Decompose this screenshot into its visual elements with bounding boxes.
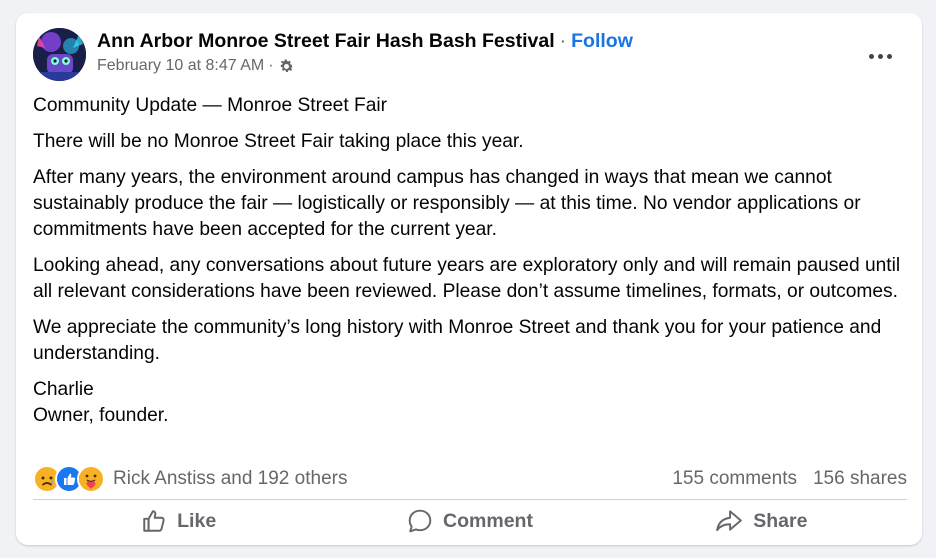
more-dot — [868, 53, 874, 59]
reaction-names[interactable]: Rick Anstiss and 192 others — [113, 468, 347, 490]
post-signature: Charlie Owner, founder. — [33, 377, 913, 429]
comment-icon — [408, 509, 432, 533]
reaction-icons[interactable] — [33, 465, 105, 493]
page-name-link[interactable]: Ann Arbor Monroe Street Fair Hash Bash F… — [97, 28, 555, 54]
shares-count[interactable]: 156 shares — [813, 468, 907, 490]
comments-count[interactable]: 155 comments — [672, 468, 797, 490]
care-reaction-icon — [77, 465, 105, 493]
gear-icon[interactable] — [278, 58, 295, 75]
like-button[interactable]: Like — [33, 503, 324, 539]
follow-button[interactable]: Follow — [571, 28, 633, 54]
meta-separator: · — [268, 57, 274, 74]
page-name-line: Ann Arbor Monroe Street Fair Hash Bash F… — [97, 28, 633, 54]
signature-name: Charlie — [33, 379, 94, 400]
actions-divider — [33, 499, 907, 500]
post-paragraph-heading: Community Update — Monroe Street Fair — [33, 95, 388, 116]
post-card: Ann Arbor Monroe Street Fair Hash Bash F… — [16, 13, 922, 545]
comment-label: Comment — [443, 509, 533, 532]
reactions-summary: Rick Anstiss and 192 others 155 comments… — [33, 465, 907, 493]
share-button[interactable]: Share — [616, 503, 907, 539]
post-body: Community Update — Monroe Street Fair Th… — [33, 93, 913, 429]
name-separator: · — [559, 30, 567, 52]
more-dot — [886, 53, 892, 59]
comment-button[interactable]: Comment — [324, 503, 615, 539]
page-avatar[interactable] — [33, 28, 86, 81]
post-paragraph: After many years, the environment around… — [33, 167, 861, 240]
post-paragraph: We appreciate the community’s long histo… — [33, 317, 882, 364]
share-icon — [716, 510, 743, 532]
signature-title: Owner, founder. — [33, 405, 169, 426]
post-timestamp[interactable]: February 10 at 8:47 AM — [97, 55, 264, 77]
share-label: Share — [753, 509, 808, 532]
more-dot — [877, 53, 883, 59]
engagement-counts: 155 comments 156 shares — [672, 468, 907, 490]
header-text: Ann Arbor Monroe Street Fair Hash Bash F… — [97, 28, 633, 77]
like-icon — [143, 510, 165, 532]
like-label: Like — [177, 509, 217, 532]
post-paragraph: Looking ahead, any conversations about f… — [33, 255, 901, 302]
more-options-icon[interactable] — [862, 50, 898, 62]
post-header: Ann Arbor Monroe Street Fair Hash Bash F… — [33, 28, 906, 84]
post-actions: Like Comment Share — [33, 503, 907, 539]
post-paragraph: There will be no Monroe Street Fair taki… — [33, 131, 524, 152]
post-meta: February 10 at 8:47 AM · — [97, 55, 633, 77]
